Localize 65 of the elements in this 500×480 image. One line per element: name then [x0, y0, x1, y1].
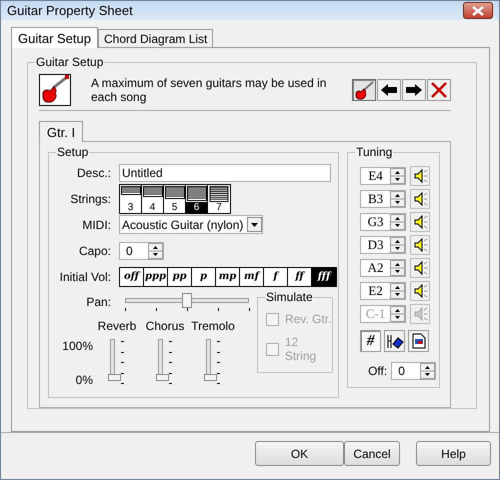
play-button[interactable]: [410, 234, 430, 254]
speaker-icon: [412, 168, 428, 184]
slider-label: Reverb: [98, 319, 136, 333]
field-label: Desc.:: [76, 166, 112, 180]
vertical-slider-thumb[interactable]: [204, 374, 217, 381]
string-count-button[interactable]: 4: [142, 184, 164, 212]
guitar-icon: [39, 74, 71, 106]
checkbox-label: 12 String: [284, 335, 318, 363]
close-icon: [472, 6, 484, 16]
string-count-button[interactable]: 5: [164, 184, 186, 212]
vertical-slider-thumb[interactable]: [108, 374, 121, 381]
field-label: Initial Vol:: [58, 270, 112, 284]
tab[interactable]: Guitar Setup: [11, 27, 98, 48]
string-count-button[interactable]: 3: [120, 184, 142, 212]
speaker-icon: [412, 282, 428, 298]
dialog-button[interactable]: Help: [416, 441, 491, 466]
slider-label: Tremolo: [191, 319, 235, 333]
speaker-icon: [412, 236, 428, 252]
group-title: Setup: [56, 145, 90, 159]
dropdown[interactable]: Acoustic Guitar (nylon): [119, 215, 264, 234]
text-field[interactable]: Untitled: [119, 164, 331, 182]
slider-label: Chorus: [146, 319, 184, 333]
speaker-icon: [412, 306, 428, 322]
delete-icon: [429, 80, 449, 100]
scale-label: 100%: [62, 339, 93, 353]
vertical-slider-thumb[interactable]: [156, 374, 169, 381]
scale-label: 0%: [76, 373, 93, 387]
speaker-icon: [412, 214, 428, 230]
info-text: A maximum of seven guitars may be used in each song: [91, 76, 328, 104]
group-title: Tuning: [355, 145, 394, 159]
field-label: Strings:: [69, 192, 112, 206]
toolbar-button[interactable]: [402, 79, 426, 101]
close-button[interactable]: [463, 2, 493, 19]
dialog-button[interactable]: OK: [255, 441, 344, 466]
document-icon: [412, 333, 426, 349]
field-label: Pan:: [85, 295, 112, 309]
pan-slider-thumb[interactable]: [182, 293, 192, 308]
play-button[interactable]: [410, 258, 430, 278]
dynamic-button[interactable]: ppp: [144, 268, 168, 286]
string-count-button[interactable]: 7: [208, 184, 230, 212]
guitar-icon: [354, 80, 374, 100]
play-button[interactable]: [410, 280, 430, 300]
tab[interactable]: Chord Diagram List: [98, 29, 214, 47]
toolbar-button[interactable]: [377, 79, 401, 101]
window-title: Guitar Property Sheet: [7, 3, 133, 18]
tool-button[interactable]: [384, 330, 406, 352]
speaker-icon: [412, 260, 428, 276]
group-title: Guitar Setup: [35, 55, 104, 69]
play-button[interactable]: [410, 188, 430, 208]
checkbox-label: Rev. Gtr.: [285, 312, 332, 326]
string-count-button[interactable]: 6: [186, 184, 208, 212]
dynamic-button[interactable]: mp: [216, 268, 240, 286]
tool-button[interactable]: [408, 330, 430, 352]
field-label: MIDI:: [81, 218, 112, 232]
speaker-icon: [412, 190, 428, 206]
group-title: Simulate: [265, 290, 314, 304]
play-button[interactable]: [410, 166, 430, 186]
field-label: Off:: [367, 364, 388, 378]
dialog-button[interactable]: Cancel: [344, 441, 400, 466]
field-label: Capo:: [78, 244, 112, 258]
play-button[interactable]: [410, 212, 430, 232]
tool-button[interactable]: #: [360, 330, 382, 352]
toolbar-button[interactable]: [352, 79, 376, 101]
tab[interactable]: Gtr. I: [39, 121, 83, 142]
dynamic-button[interactable]: fff: [312, 268, 336, 286]
